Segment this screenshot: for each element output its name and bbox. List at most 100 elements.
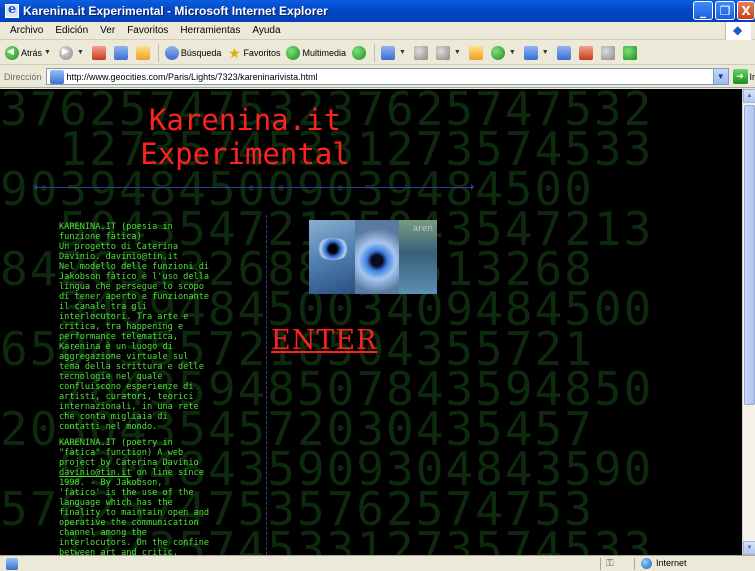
security-zone-label: Internet xyxy=(656,558,687,568)
address-dropdown-button[interactable]: ▼ xyxy=(712,69,728,84)
back-button[interactable]: Atrás ▼ xyxy=(2,43,56,63)
toolbar-separator xyxy=(373,43,375,62)
maximize-button[interactable]: ❐ xyxy=(715,1,735,20)
calendar-button[interactable] xyxy=(554,43,576,63)
refresh-button[interactable] xyxy=(111,43,133,63)
search-button[interactable]: Búsqueda xyxy=(162,43,225,63)
lock-icon: ⚿ xyxy=(606,558,614,569)
messenger-button[interactable]: ▼ xyxy=(488,43,521,63)
eye-icon xyxy=(315,238,351,260)
print-button[interactable] xyxy=(411,43,433,63)
email-link[interactable]: davinio@tin.it xyxy=(59,468,131,478)
scroll-thumb[interactable] xyxy=(744,105,755,405)
english-text-part1: KARENINA.IT (poetry in "fàtica" function… xyxy=(59,438,199,468)
stop-button[interactable] xyxy=(89,43,111,63)
home-icon xyxy=(135,45,150,60)
history-button[interactable] xyxy=(349,43,371,63)
globe-icon xyxy=(641,558,652,569)
page-viewport: 3762574753237625747532 12735745331273574… xyxy=(0,89,742,555)
window-title-bar[interactable]: Karenina.it Experimental - Microsoft Int… xyxy=(0,0,755,22)
italian-description: KARENINA.IT (poesia in funzione fàtica) … xyxy=(59,222,210,432)
enter-link[interactable]: ENTER xyxy=(271,326,377,356)
history-icon xyxy=(351,45,366,60)
forward-button[interactable]: ▼ xyxy=(56,43,89,63)
chevron-down-icon: ▼ xyxy=(44,49,51,56)
minimize-button[interactable]: _ xyxy=(693,1,713,20)
edit-icon xyxy=(435,45,450,60)
chevron-down-icon: ▼ xyxy=(76,49,84,56)
toolbar-separator xyxy=(157,43,159,62)
page-icon xyxy=(49,69,64,84)
status-separator xyxy=(600,558,601,570)
ie-app-icon[interactable] xyxy=(5,2,19,18)
enter-eye-image[interactable]: aren xyxy=(309,220,437,294)
favorites-button[interactable]: ★ Favoritos xyxy=(224,43,283,63)
image-text-fragment: aren xyxy=(412,224,433,234)
plugin-icon xyxy=(622,45,637,60)
tools-icon xyxy=(578,45,593,60)
tools-button[interactable] xyxy=(576,43,598,63)
back-arrow-icon xyxy=(5,45,19,60)
page-status-icon xyxy=(6,557,18,570)
close-button[interactable]: X xyxy=(737,1,755,20)
stop-icon xyxy=(91,45,106,60)
chevron-down-icon: ▼ xyxy=(508,49,516,56)
menu-ver[interactable]: Ver xyxy=(94,25,121,36)
image-panel-left xyxy=(309,220,355,294)
menu-ayuda[interactable]: Ayuda xyxy=(246,25,286,36)
star-icon: ★ xyxy=(228,44,241,61)
english-text-part2: on line since 1998. - By Jakobson, 'fàti… xyxy=(59,468,210,555)
go-button-label[interactable]: Ir xyxy=(750,72,755,82)
image-panel-center xyxy=(355,220,399,294)
messenger-icon xyxy=(490,45,505,60)
copy-icon xyxy=(600,45,615,60)
horizontal-divider xyxy=(34,184,474,190)
edit-button[interactable]: ▼ xyxy=(433,43,466,63)
status-separator xyxy=(634,558,635,570)
menu-archivo[interactable]: Archivo xyxy=(4,25,49,36)
favorites-label: Favoritos xyxy=(243,47,281,58)
refresh-icon xyxy=(113,45,128,60)
mail-icon xyxy=(380,45,395,60)
multimedia-button[interactable]: Multimedia xyxy=(283,43,349,63)
address-input[interactable]: http://www.geocities.com/Paris/Lights/73… xyxy=(45,68,729,85)
menu-favoritos[interactable]: Favoritos xyxy=(121,25,174,36)
search-icon xyxy=(164,45,179,60)
home-button[interactable] xyxy=(133,43,155,63)
back-label: Atrás xyxy=(21,47,43,58)
scroll-up-button[interactable]: ▲ xyxy=(743,89,755,103)
print-icon xyxy=(413,45,428,60)
menu-bar: Archivo Edición Ver Favoritos Herramient… xyxy=(0,22,755,40)
multimedia-icon xyxy=(286,45,301,60)
address-url[interactable]: http://www.geocities.com/Paris/Lights/73… xyxy=(67,72,318,82)
copy-button[interactable] xyxy=(598,43,620,63)
site-title-line1: Karenina.it xyxy=(148,103,342,137)
menu-herramientas[interactable]: Herramientas xyxy=(174,25,246,36)
chevron-down-icon: ▼ xyxy=(398,49,406,56)
menu-edicion[interactable]: Edición xyxy=(49,25,94,36)
go-arrow-icon[interactable]: ➔ xyxy=(732,69,748,84)
research-button[interactable]: ▼ xyxy=(521,43,554,63)
vertical-scrollbar[interactable]: ▲ ▼ xyxy=(742,89,755,555)
search-label: Búsqueda xyxy=(180,47,222,58)
window-title: Karenina.it Experimental - Microsoft Int… xyxy=(23,4,328,18)
forward-arrow-icon xyxy=(58,45,73,60)
multimedia-label: Multimedia xyxy=(302,47,346,58)
vertical-divider xyxy=(266,215,267,555)
windows-logo-icon xyxy=(725,22,751,40)
mail-button[interactable]: ▼ xyxy=(378,43,411,63)
address-label: Dirección xyxy=(4,71,42,82)
extra-button[interactable] xyxy=(620,43,642,63)
window-controls: _ ❐ X xyxy=(691,1,755,20)
calendar-icon xyxy=(556,45,571,60)
folder-icon xyxy=(468,45,483,60)
site-title-line2: Experimental xyxy=(140,137,350,171)
address-bar: Dirección http://www.geocities.com/Paris… xyxy=(0,66,755,88)
english-description: KARENINA.IT (poetry in "fàtica" function… xyxy=(59,438,264,555)
scroll-down-button[interactable]: ▼ xyxy=(743,541,755,555)
standard-toolbar: Atrás ▼ ▼ Búsqueda ★ Favoritos Multimedi… xyxy=(0,41,755,65)
chevron-down-icon: ▼ xyxy=(541,49,549,56)
status-bar: ⚿ Internet xyxy=(0,555,755,571)
research-icon xyxy=(523,45,538,60)
folder-button[interactable] xyxy=(466,43,488,63)
